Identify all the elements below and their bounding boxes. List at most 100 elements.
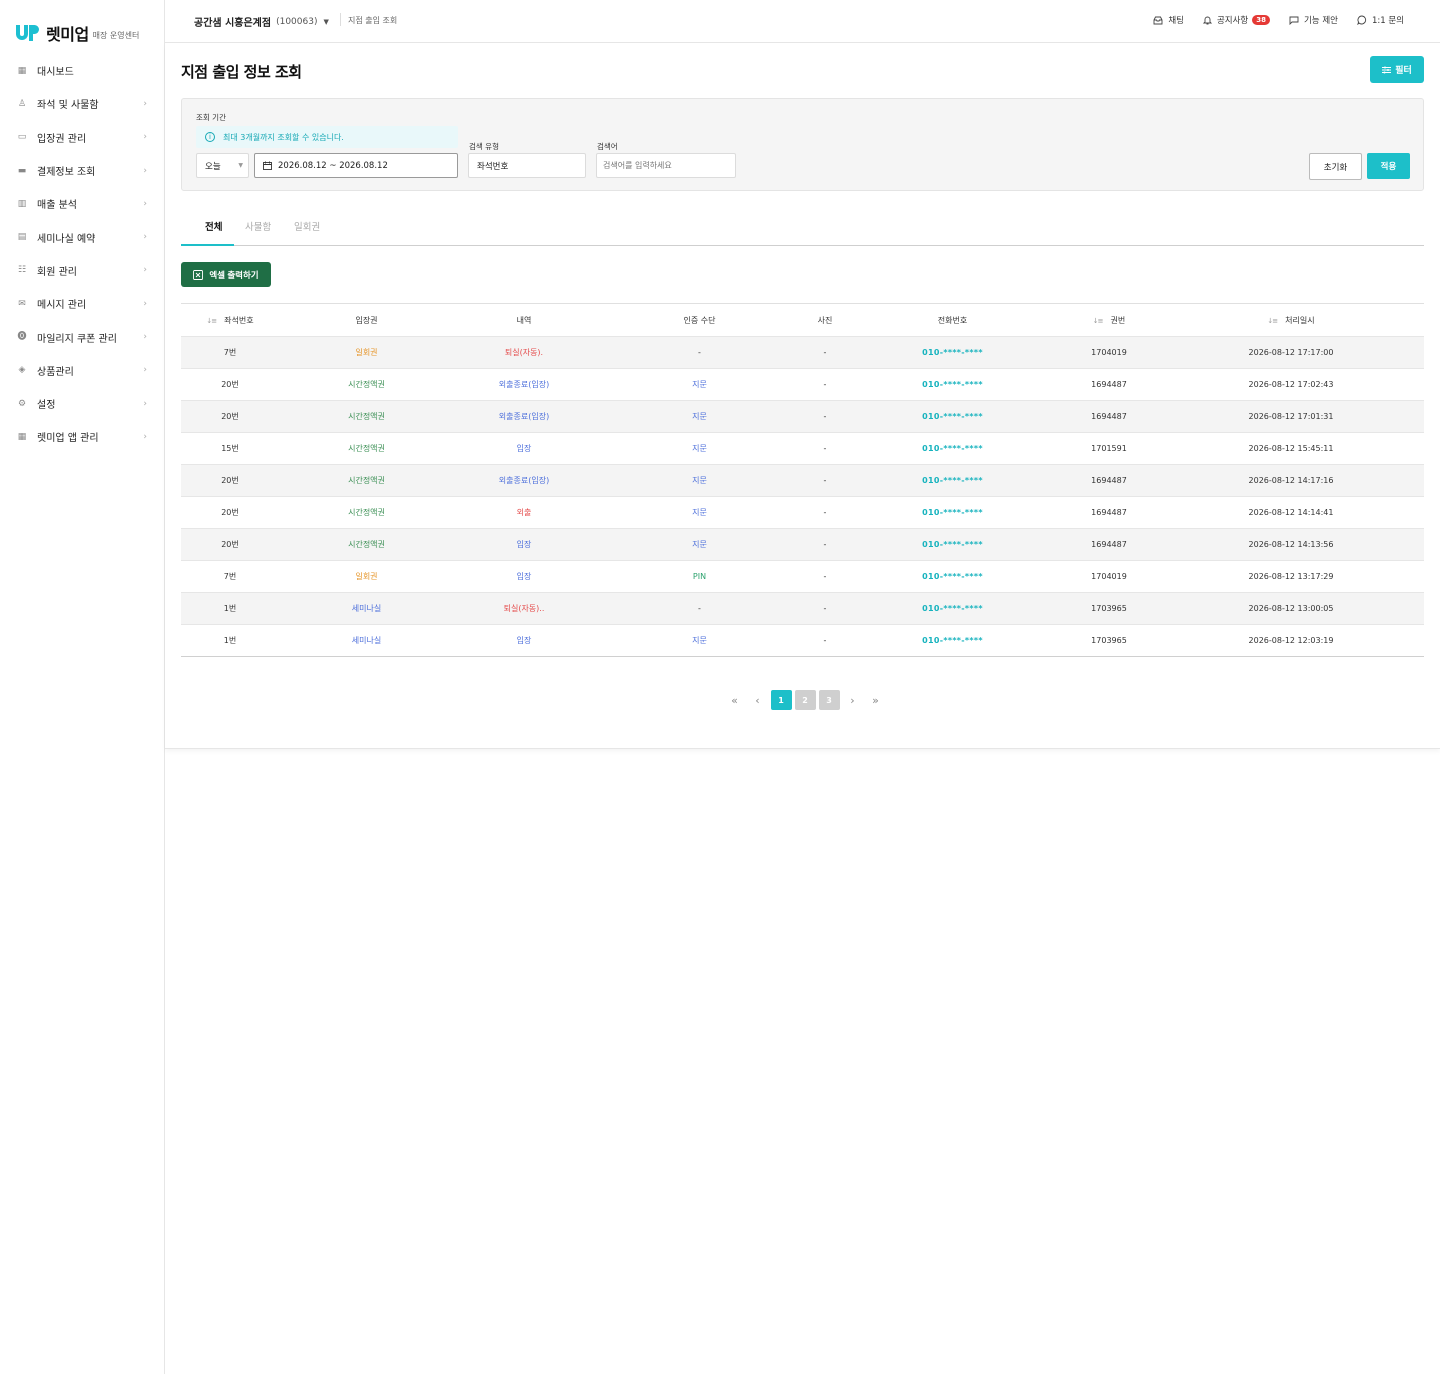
sidebar-item-4[interactable]: ▥ 매출 분석 ›: [0, 187, 165, 220]
chevron-down-icon: ▼: [238, 162, 243, 169]
caret-down-icon: ▼: [323, 17, 329, 26]
date-range-input[interactable]: 2026.08.12 ~ 2026.08.12: [254, 153, 458, 178]
tab-all[interactable]: 전체: [205, 219, 222, 233]
auth-cell: -: [698, 348, 701, 357]
last-page-button[interactable]: »: [864, 690, 887, 710]
phone-cell[interactable]: 010-****-****: [845, 412, 1060, 421]
brand-subtitle: 매장 운영센터: [92, 30, 140, 40]
sidebar-item-2[interactable]: ▭ 입장권 관리 ›: [0, 121, 165, 154]
ticket-no-cell: 1694487: [1091, 412, 1127, 421]
table-row[interactable]: 20번 시간정액권 외출 지문 - 010-****-**** 1694487 2026-08…: [181, 496, 1424, 528]
store-selector[interactable]: 공간샘 시흥은계점 (100063) ▼: [194, 14, 329, 30]
phone-cell[interactable]: 010-****-****: [845, 348, 1060, 357]
history-cell: 입장: [516, 540, 532, 549]
phone-cell[interactable]: 010-****-****: [845, 604, 1060, 613]
phone-cell[interactable]: 010-****-****: [845, 636, 1060, 645]
table-row[interactable]: 1번 세미나실 퇴실(자동).. - - 010-****-**** 1703965 2026…: [181, 592, 1424, 624]
chevron-right-icon: ›: [143, 98, 147, 109]
seat-cell: 1번: [223, 604, 237, 613]
page-button-3[interactable]: 3: [818, 690, 840, 710]
table-row[interactable]: 20번 시간정액권 외출종료(입장) 지문 - 010-****-**** 1694487 2…: [181, 400, 1424, 432]
sidebar-item-1[interactable]: ♙ 좌석 및 사물함 ›: [0, 87, 165, 120]
history-cell: 퇴실(자동).: [504, 348, 544, 357]
chat-label: 채팅: [1168, 16, 1184, 26]
breadcrumb: 지점 출입 조회: [348, 16, 398, 25]
seat-cell: 7번: [223, 348, 237, 357]
search-type-select[interactable]: 좌석번호: [468, 153, 586, 178]
chevron-right-icon: ›: [143, 431, 147, 442]
sidebar-item-11[interactable]: ▦ 렛미업 앱 관리 ›: [0, 420, 165, 453]
sidebar-item-label: 메시지 관리: [37, 300, 87, 312]
phone-cell[interactable]: 010-****-****: [845, 380, 1060, 389]
photo-cell: -: [823, 636, 827, 645]
table-row[interactable]: 1번 세미나실 입장 지문 - 010-****-**** 1703965 2026-08-1…: [181, 624, 1424, 656]
chevron-right-icon: ›: [143, 198, 147, 209]
table-row[interactable]: 20번 시간정액권 입장 지문 - 010-****-**** 1694487 2026-08…: [181, 528, 1424, 560]
ticket-cell: 시간정액권: [348, 444, 385, 453]
photo-cell: -: [823, 348, 827, 357]
page-title: 지점 출입 정보 조회: [181, 63, 302, 81]
brand-logo[interactable]: 렛미업 매장 운영센터: [16, 22, 139, 44]
sidebar-item-0[interactable]: ▦ 대시보드: [0, 54, 165, 87]
table-row[interactable]: 20번 시간정액권 외출종료(입장) 지문 - 010-****-**** 1694487 2…: [181, 464, 1424, 496]
table-row[interactable]: 7번 일회권 퇴실(자동). - - 010-****-**** 1704019 2026-0…: [181, 336, 1424, 368]
history-cell: 외출종료(입장): [498, 412, 550, 421]
period-select[interactable]: 오늘 ▼: [196, 153, 249, 178]
phone-cell[interactable]: 010-****-****: [845, 572, 1060, 581]
suggest-button[interactable]: 기능 제안: [1289, 14, 1338, 26]
phone-cell[interactable]: 010-****-****: [845, 444, 1060, 453]
chevron-right-icon: ›: [143, 298, 147, 309]
ticket-no-cell: 1694487: [1091, 540, 1127, 549]
search-input[interactable]: [596, 153, 736, 178]
inquiry-label: 1:1 문의: [1371, 16, 1404, 26]
ticket-no-cell: 1703965: [1091, 636, 1127, 645]
reset-button[interactable]: 초기화: [1309, 153, 1362, 180]
sidebar-item-8[interactable]: ⓿ 마일리지 쿠폰 관리 ›: [0, 320, 165, 353]
header-ticket-no[interactable]: ↓≡ 권번: [1060, 315, 1158, 326]
sidebar-item-label: 대시보드: [37, 67, 74, 79]
tab-locker[interactable]: 사물함: [245, 219, 271, 233]
ticket-cell: 시간정액권: [348, 412, 385, 421]
table-row[interactable]: 20번 시간정액권 외출종료(입장) 지문 - 010-****-**** 1694487 2…: [181, 368, 1424, 400]
seat-icon: ♙: [17, 98, 27, 109]
notice-label: 공지사항: [1216, 16, 1249, 26]
header-processed-at[interactable]: ↓≡ 처리일시: [1158, 315, 1424, 326]
chevron-right-icon: ›: [143, 332, 147, 343]
filter-button[interactable]: 필터: [1370, 56, 1424, 83]
table-row[interactable]: 7번 일회권 입장 PIN - 010-****-**** 1704019 2026-08-1…: [181, 560, 1424, 592]
sidebar-item-3[interactable]: ▬ 결제정보 조회 ›: [0, 154, 165, 187]
header-seat[interactable]: ↓≡ 좌석번호: [181, 315, 279, 326]
store-code: (100063): [276, 16, 318, 27]
next-page-button[interactable]: ›: [841, 690, 864, 710]
apply-button[interactable]: 적용: [1367, 153, 1410, 179]
page-button-2[interactable]: 2: [794, 690, 816, 710]
sidebar-item-10[interactable]: ⚙ 설정 ›: [0, 387, 165, 420]
ticket-cell: 일회권: [355, 572, 378, 581]
card-icon: ▬: [17, 165, 27, 176]
first-page-button[interactable]: «: [723, 690, 746, 710]
ticket-cell: 시간정액권: [348, 380, 385, 389]
chat-button[interactable]: 채팅: [1153, 14, 1184, 26]
inquiry-button[interactable]: 1:1 문의: [1357, 14, 1404, 26]
processed-at-cell: 2026-08-12 14:13:56: [1248, 540, 1334, 549]
sidebar-item-label: 좌석 및 사물함: [37, 100, 99, 112]
notice-button[interactable]: 공지사항 38: [1202, 14, 1270, 26]
prev-page-button[interactable]: ‹: [746, 690, 769, 710]
phone-cell[interactable]: 010-****-****: [845, 508, 1060, 517]
sidebar-item-7[interactable]: ✉ 메시지 관리 ›: [0, 287, 165, 320]
excel-export-button[interactable]: 엑셀 출력하기: [181, 262, 271, 287]
processed-at-cell: 2026-08-12 12:03:19: [1248, 636, 1334, 645]
auth-cell: 지문: [692, 476, 707, 485]
phone-cell[interactable]: 010-****-****: [845, 476, 1060, 485]
sidebar-item-6[interactable]: ☷ 회원 관리 ›: [0, 254, 165, 287]
table-row[interactable]: 15번 시간정액권 입장 지문 - 010-****-**** 1701591 2026-08…: [181, 432, 1424, 464]
processed-at-cell: 2026-08-12 15:45:11: [1248, 444, 1334, 453]
seat-cell: 20번: [221, 380, 239, 389]
phone-cell[interactable]: 010-****-****: [845, 540, 1060, 549]
sidebar-item-5[interactable]: ▤ 세미나실 예약 ›: [0, 220, 165, 253]
ticket-cell: 시간정액권: [348, 508, 385, 517]
sort-icon: ↓≡: [206, 316, 217, 325]
sidebar-item-9[interactable]: ◈ 상품관리 ›: [0, 354, 165, 387]
tab-one-time[interactable]: 일회권: [294, 219, 320, 233]
page-button-1[interactable]: 1: [770, 690, 792, 710]
